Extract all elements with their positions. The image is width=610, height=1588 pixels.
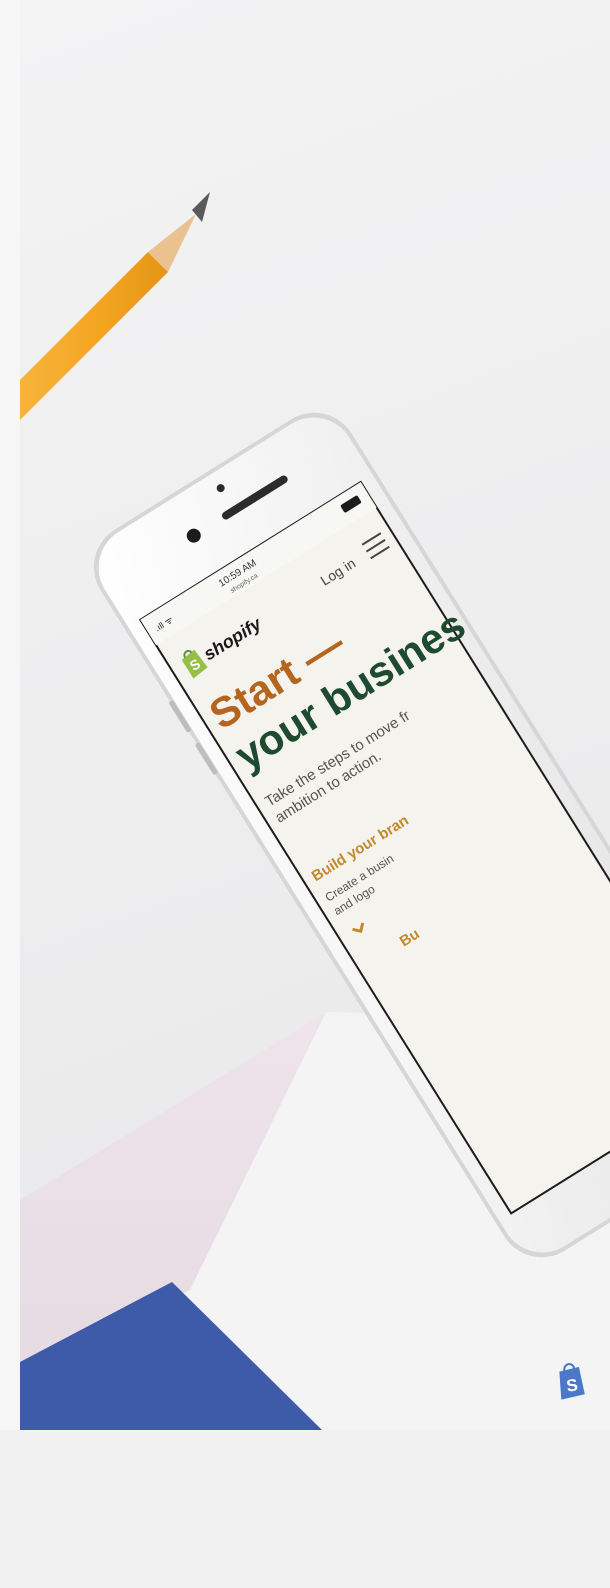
pencil: [20, 192, 210, 420]
left-margin: [0, 0, 20, 1430]
pencil-body: [20, 252, 168, 420]
page-bottom-margin: [0, 1430, 610, 1588]
pencil-lead: [192, 192, 210, 222]
scene-svg: S .ıll ᯤ 10:59 AM shopify.ca S shopify L…: [20, 192, 610, 1430]
photo-scene: S .ıll ᯤ 10:59 AM shopify.ca S shopify L…: [20, 0, 610, 1430]
